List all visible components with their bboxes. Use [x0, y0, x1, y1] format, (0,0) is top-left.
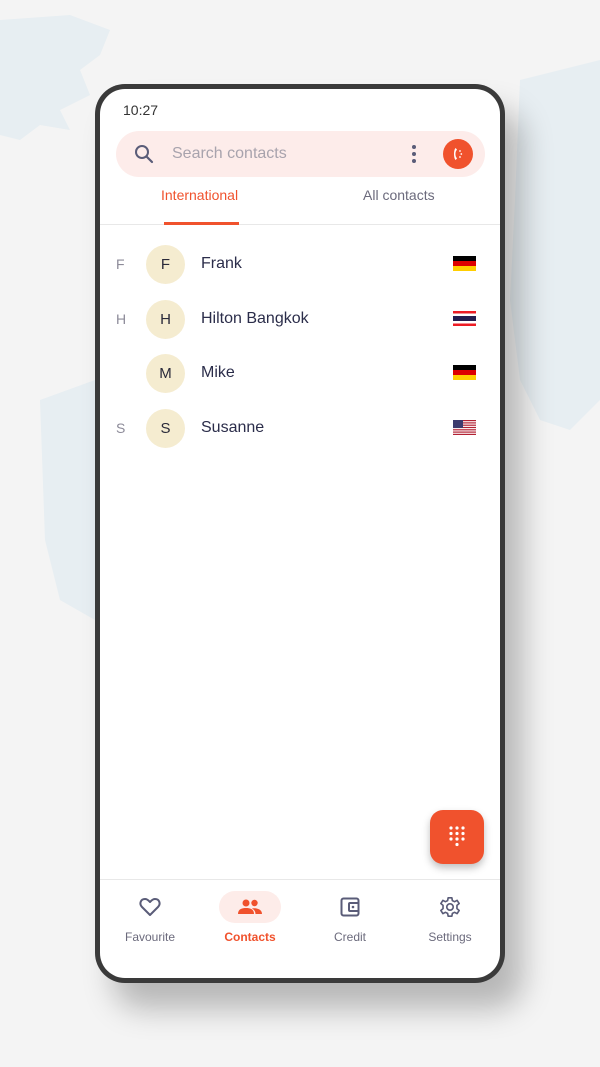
- dialpad-icon: [449, 826, 465, 847]
- section-letter: S: [116, 419, 126, 436]
- tab-all-contacts[interactable]: All contacts: [363, 185, 435, 225]
- section-letter: F: [116, 256, 125, 272]
- people-icon: [238, 899, 262, 914]
- nav-label: Credit: [333, 930, 366, 944]
- section-letter: H: [116, 310, 127, 327]
- nav-contacts[interactable]: Contacts: [200, 880, 300, 970]
- call-button[interactable]: [443, 139, 473, 169]
- phone-screen: 10:27 International All contacts: [100, 89, 500, 978]
- phone-frame: 10:27 International All contacts: [95, 84, 505, 983]
- contact-row[interactable]: M Mike: [100, 346, 500, 401]
- nav-settings[interactable]: Settings: [400, 880, 500, 970]
- status-time: 10:27: [123, 102, 159, 118]
- search-icon: [135, 145, 154, 164]
- contact-name: Frank: [201, 255, 242, 272]
- wallet-icon: [340, 897, 360, 917]
- contact-list: F F Frank H H Hilton Bangkok M Mike S S …: [100, 237, 500, 455]
- heart-icon: [139, 898, 161, 916]
- tab-bar: International All contacts: [100, 185, 500, 225]
- contact-row[interactable]: H H Hilton Bangkok: [100, 292, 500, 347]
- nav-favourite[interactable]: Favourite: [100, 880, 200, 970]
- avatar: M: [146, 354, 185, 393]
- contact-name: Mike: [201, 364, 235, 381]
- more-options-icon[interactable]: [406, 144, 422, 164]
- contact-name: Hilton Bangkok: [201, 309, 309, 327]
- nav-credit[interactable]: Credit: [300, 880, 400, 970]
- germany-flag-icon: [453, 365, 476, 380]
- nav-label: Settings: [428, 930, 472, 944]
- contact-row[interactable]: F F Frank: [100, 237, 500, 292]
- nav-label: Contacts: [224, 930, 276, 944]
- nav-label: Favourite: [124, 930, 176, 944]
- dialpad-button[interactable]: [430, 810, 484, 864]
- thailand-flag-icon: [453, 310, 476, 326]
- search-bar[interactable]: [116, 131, 485, 177]
- tab-international[interactable]: International: [161, 185, 240, 225]
- contact-name: Susanne: [201, 418, 265, 436]
- search-input[interactable]: [172, 141, 392, 167]
- avatar: H: [146, 299, 185, 339]
- usa-flag-icon: [453, 419, 476, 435]
- avatar: F: [146, 245, 185, 284]
- avatar: S: [146, 408, 185, 448]
- bottom-navigation: Favourite Contacts Credit Settings: [100, 879, 500, 978]
- gear-icon: [440, 897, 460, 917]
- phone-icon: [454, 148, 463, 160]
- germany-flag-icon: [453, 256, 476, 271]
- contact-row[interactable]: S S Susanne: [100, 401, 500, 456]
